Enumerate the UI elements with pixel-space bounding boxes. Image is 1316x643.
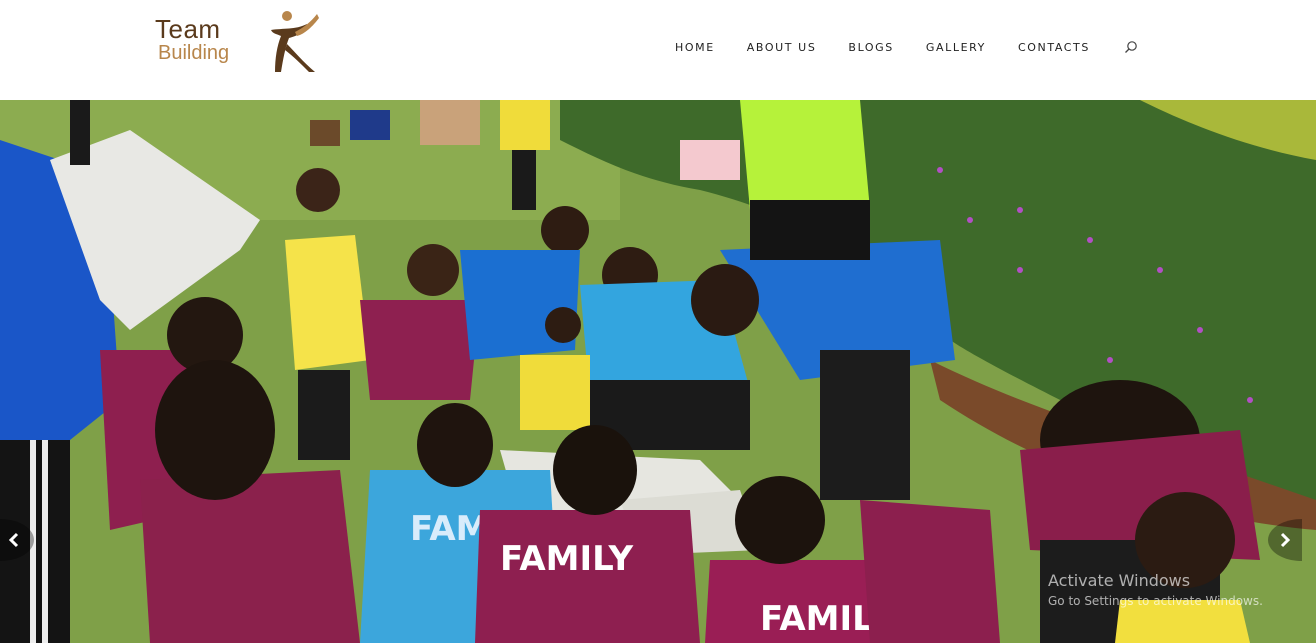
watermark-subtitle: Go to Settings to activate Windows. [1048,594,1263,608]
site-header: Team Building HOME ABOUT US BLOGS GALLER… [0,0,1316,100]
hero-photo: FAMILY FAMILY FAMILY [0,100,1316,643]
brand-logo[interactable]: Team Building [155,11,325,76]
logo-line2: Building [158,42,230,64]
nav-contacts[interactable]: CONTACTS [1018,41,1090,54]
logo-line1: Team [155,14,221,44]
nav-gallery[interactable]: GALLERY [926,41,986,54]
nav-about-us[interactable]: ABOUT US [747,41,817,54]
shirt-text-2: FAMILY [500,539,633,579]
slider-prev-button[interactable] [0,519,34,561]
windows-activation-watermark: Activate Windows Go to Settings to activ… [1048,571,1263,608]
watermark-title: Activate Windows [1048,571,1191,590]
chevron-left-icon [0,519,34,561]
logo-wordmark: Team Building [155,16,229,63]
hero-slider: FAMILY FAMILY FAMILY [0,100,1316,643]
running-figure-icon [271,11,319,72]
chevron-right-icon [1268,519,1302,561]
main-nav: HOME ABOUT US BLOGS GALLERY CONTACTS [675,41,1122,54]
slider-next-button[interactable] [1268,519,1302,561]
nav-blogs[interactable]: BLOGS [848,41,893,54]
nav-home[interactable]: HOME [675,41,715,54]
search-icon[interactable] [1124,40,1138,54]
